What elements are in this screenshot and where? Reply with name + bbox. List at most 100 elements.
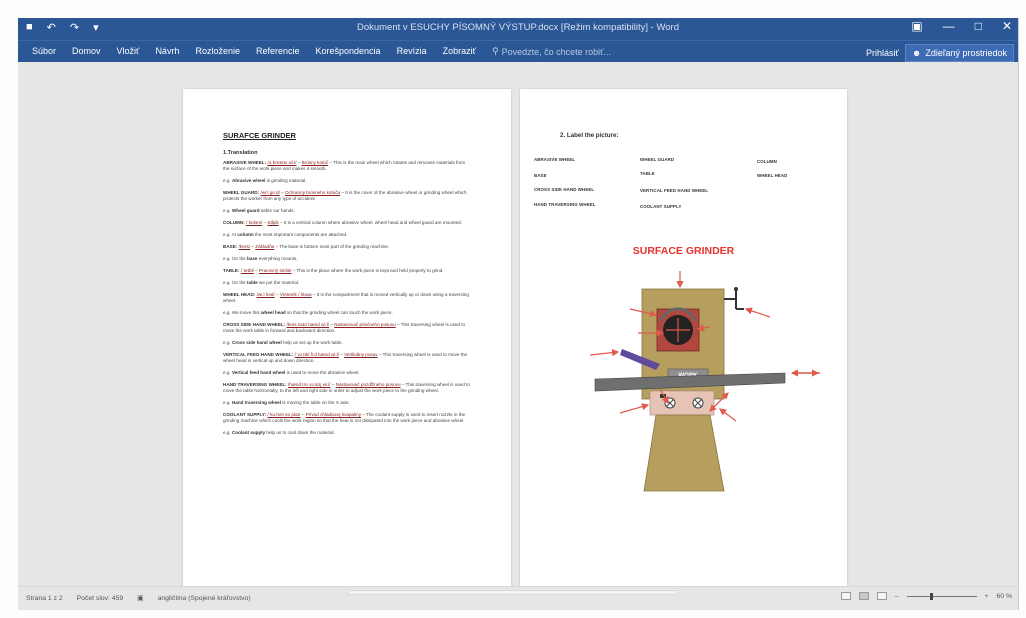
entry-pronunciation: /hænd trəˈvɜːsɪŋ wiːl/ [288, 382, 331, 387]
page-count[interactable]: Strana 1 z 2 [26, 595, 63, 602]
close-button[interactable]: ✕ [1002, 19, 1012, 33]
document-heading: SURAFCE GRINDER [223, 131, 296, 140]
person-icon: ☻ [911, 48, 922, 58]
example-term: wheel head [260, 310, 286, 315]
entry-pronunciation: /wiːl hed/ [256, 292, 275, 297]
proofing-icon[interactable]: ▣ [137, 594, 143, 602]
example-text: safes our hands. [259, 208, 295, 213]
label-word: TABLE [640, 171, 655, 176]
tab-subor[interactable]: Súbor [24, 46, 64, 57]
tab-zobrazit[interactable]: Zobraziť [435, 46, 484, 57]
read-mode-button[interactable] [840, 592, 851, 600]
page-1-content: SURAFCE GRINDER 1.Translation ABRASIVE W… [223, 131, 471, 442]
zoom-in-button[interactable]: + [985, 593, 989, 600]
label-word: HAND TRAVERSING WHEEL [534, 202, 596, 207]
word-count[interactable]: Počet slov: 459 [77, 595, 123, 602]
maximize-button[interactable]: □ [975, 19, 982, 33]
print-layout-button[interactable] [858, 592, 869, 600]
saddle-shape [649, 390, 715, 416]
glossary-entry: WHEEL GUARD: /wiːl ɡɑːd/ – Ochranný brús… [223, 190, 471, 202]
entry-translation: Prívod chladiacej kvapaliny [305, 412, 361, 417]
label-word: WHEEL HEAD [757, 173, 788, 178]
entry-pronunciation: /ˈkɒləm/ [245, 220, 263, 225]
title-bar: ■ ↶ ↷ ▾ Dokument v ESUCHY PÍSOMNÝ VÝSTUP… [18, 18, 1018, 40]
label-word: VERTICAL FEED HAND WHEEL [640, 188, 709, 193]
example-term: base [247, 256, 258, 261]
example-text: e.g. We move this [223, 310, 261, 315]
entry-example: e.g. Abrasive wheel is grinding material… [223, 178, 471, 184]
tell-me-box[interactable]: ⚲ Povedzte, čo chcete robiť... [484, 46, 619, 57]
entry-term: TABLE: [223, 268, 241, 273]
tab-vlozit[interactable]: Vložiť [109, 46, 148, 57]
minimize-button[interactable]: — [943, 19, 955, 33]
entry-translation: Vreteník / hlava [279, 292, 312, 297]
entry-pronunciation: /ˈvɜːtɪkl fiːd hænd wiːl/ [294, 352, 339, 357]
glossary-entry: ABRASIVE WHEEL: /əˈbreɪsɪv wiːl/ – Brúsn… [223, 160, 471, 172]
example-text: help us to cool down the material. [265, 430, 335, 435]
entry-term: WHEEL GUARD: [223, 190, 261, 195]
example-text: e.g. [223, 340, 232, 345]
example-term: column [237, 232, 254, 237]
entry-term: VERTICAL FEED HAND WHEEL: [223, 352, 295, 357]
glossary-entry: BASE: /beɪs/ – Základňa – The base is bo… [223, 244, 471, 250]
example-text: so that the grinding wheel can touch the… [285, 310, 393, 315]
entry-translation: Vertikálny posuv [344, 352, 378, 357]
tab-domov[interactable]: Domov [64, 46, 109, 57]
ribbon-tabs: Súbor Domov Vložiť Návrh Rozloženie Refe… [24, 46, 619, 57]
status-left: Strana 1 z 2 Počet slov: 459 ▣ angličtin… [26, 594, 251, 603]
entry-example: e.g. At column the most important compon… [223, 232, 471, 238]
web-layout-button[interactable] [876, 592, 887, 600]
horizontal-scrollbar[interactable] [348, 590, 678, 595]
entry-definition: – This is the place where the work piece… [291, 268, 444, 273]
zoom-slider[interactable] [906, 592, 977, 600]
label-word: COLUMN [757, 159, 777, 164]
tab-revizia[interactable]: Revízia [389, 46, 435, 57]
zoom-out-button[interactable]: – [895, 593, 899, 600]
window-title: Dokument v ESUCHY PÍSOMNÝ VÝSTUP.docx [R… [356, 22, 680, 33]
entry-pronunciation: /ˈkuːlənt səˈplaɪ/ [267, 412, 301, 417]
example-term: Coolant supply [231, 430, 266, 435]
entry-example: e.g. Vertical feed hand wheel is used to… [223, 370, 471, 376]
entry-translation: Brúsny kotúč [301, 160, 329, 165]
entry-example: e.g. Cross side hand wheel help us set u… [223, 340, 471, 346]
document-canvas[interactable]: SURAFCE GRINDER 1.Translation ABRASIVE W… [18, 62, 1018, 597]
ribbon-account-area: Prihlásiť ☻ Zdieľaný prostriedok [866, 44, 1014, 62]
example-text: e.g. [223, 430, 232, 435]
entry-translation: Základňa [255, 244, 275, 249]
sign-in-link[interactable]: Prihlásiť [866, 48, 899, 58]
ribbon-tabs-bar: Súbor Domov Vložiť Návrh Rozloženie Refe… [18, 40, 1018, 62]
glossary-entry: WHEEL HEAD: /wiːl hed/ – Vreteník / hlav… [223, 292, 471, 304]
glossary-entry: COOLANT SUPPLY: /ˈkuːlənt səˈplaɪ/ – Prí… [223, 412, 471, 424]
entry-example: e.g. Hand traversing wheel is moving the… [223, 400, 471, 406]
document-page-2[interactable]: 2. Label the picture: ABRASIVE WHEEL WHE… [520, 89, 847, 597]
share-button[interactable]: ☻ Zdieľaný prostriedok [904, 44, 1014, 62]
zoom-slider-knob[interactable] [929, 592, 933, 600]
entry-pronunciation: /wiːl ɡɑːd/ [260, 190, 280, 195]
entry-term: WHEEL HEAD: [223, 292, 257, 297]
tab-rozlozenie[interactable]: Rozloženie [187, 46, 248, 57]
example-term: Wheel guard [231, 208, 260, 213]
tab-navrh[interactable]: Návrh [147, 46, 187, 57]
word-window: ■ ↶ ↷ ▾ Dokument v ESUCHY PÍSOMNÝ VÝSTUP… [18, 18, 1019, 610]
zoom-level[interactable]: 60 % [997, 593, 1013, 600]
entry-example: e.g. We move this wheel head so that the… [223, 310, 471, 316]
tab-referencie[interactable]: Referencie [248, 46, 308, 57]
language-indicator[interactable]: angličtina (Spojené kráľovstvo) [158, 595, 251, 602]
example-text: is moving the table on the X axis. [280, 400, 350, 405]
entry-term: BASE: [223, 244, 239, 249]
example-text: e.g. On the [223, 256, 248, 261]
tab-korespondencia[interactable]: Korešpondencia [308, 46, 389, 57]
example-text: the most important components are attach… [253, 232, 348, 237]
label-word: ABRASIVE WHEEL [534, 157, 576, 162]
lightbulb-icon: ⚲ [491, 46, 499, 56]
entry-term: ABRASIVE WHEEL: [223, 160, 268, 165]
entry-example: e.g. Wheel guard safes our hands. [223, 208, 471, 214]
ribbon-display-options-icon[interactable]: ▣ [911, 19, 922, 33]
example-text: is used to move the abrasive wheel. [285, 370, 360, 375]
entry-translation: Stĺpik [267, 220, 279, 225]
entry-term: COLUMN: [223, 220, 246, 225]
glossary-entry: VERTICAL FEED HAND WHEEL: /ˈvɜːtɪkl fiːd… [223, 352, 471, 364]
entry-pronunciation: /krɒs saɪd hænd wiːl/ [286, 322, 330, 327]
document-page-1[interactable]: SURAFCE GRINDER 1.Translation ABRASIVE W… [183, 89, 511, 597]
example-term: table [247, 280, 258, 285]
